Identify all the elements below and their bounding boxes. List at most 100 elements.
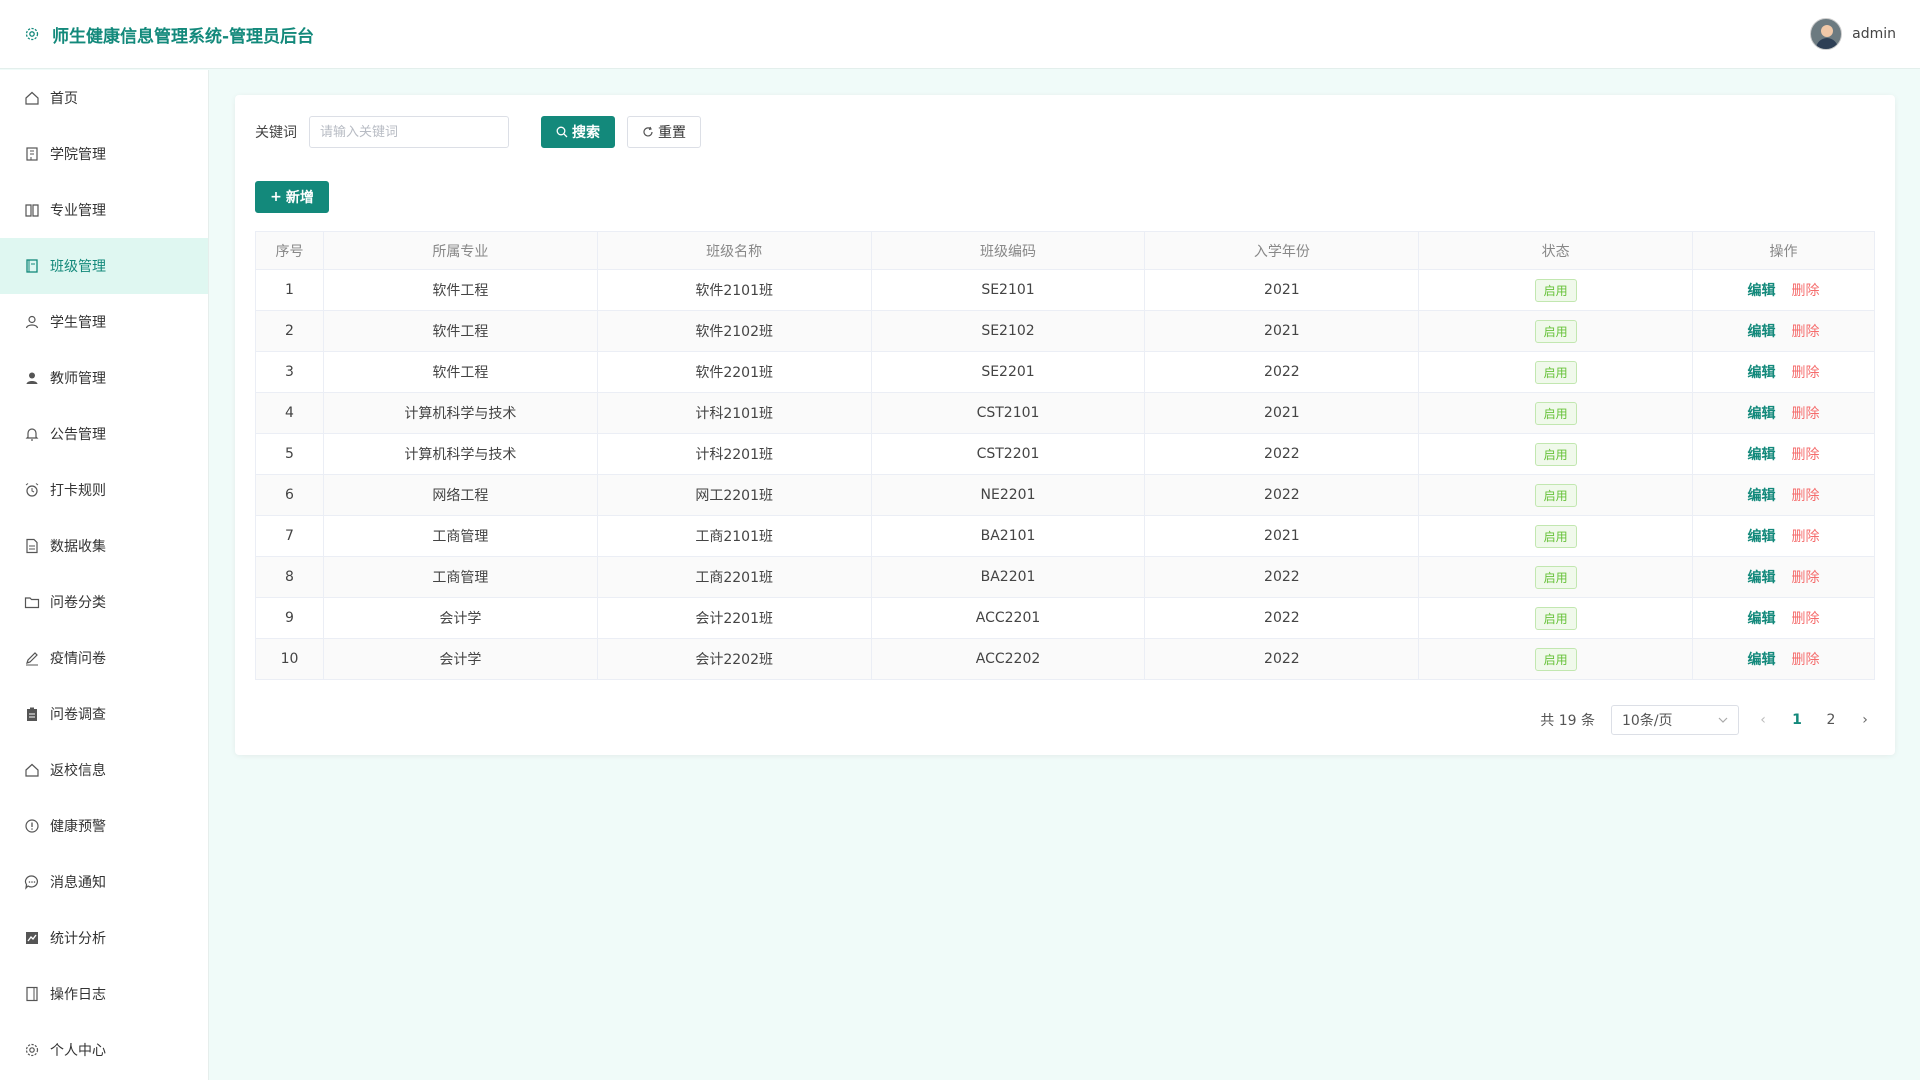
prev-page-button[interactable]: ‹ — [1753, 712, 1773, 728]
col-header-year[interactable]: 入学年份 — [1144, 231, 1420, 270]
edit-button[interactable]: 编辑 — [1748, 324, 1776, 340]
cell-status: 启用 — [1418, 433, 1694, 475]
sidebar-item-3[interactable]: 班级管理 — [0, 238, 208, 294]
edit-button[interactable]: 编辑 — [1748, 652, 1776, 668]
warning-icon — [24, 818, 40, 834]
cell-major: 软件工程 — [322, 269, 598, 311]
edit-button[interactable]: 编辑 — [1748, 283, 1776, 299]
cell-major: 软件工程 — [322, 351, 598, 393]
sidebar-item-label: 学生管理 — [50, 315, 106, 331]
cell-class-name: 会计2202班 — [596, 638, 872, 680]
cell-year: 2022 — [1144, 474, 1420, 516]
sidebar-item-5[interactable]: 教师管理 — [0, 350, 208, 406]
cell-actions: 编辑 删除 — [1692, 392, 1875, 434]
cell-major: 会计学 — [322, 638, 598, 680]
cell-class-name: 工商2201班 — [596, 556, 872, 598]
sidebar-item-15[interactable]: 统计分析 — [0, 910, 208, 966]
col-header-major[interactable]: 所属专业 — [322, 231, 598, 270]
sidebar-item-6[interactable]: 公告管理 — [0, 406, 208, 462]
cell-no: 6 — [255, 474, 324, 516]
sidebar-item-label: 问卷调查 — [50, 707, 106, 723]
sidebar-item-14[interactable]: 消息通知 — [0, 854, 208, 910]
sidebar-item-label: 专业管理 — [50, 203, 106, 219]
sidebar-item-4[interactable]: 学生管理 — [0, 294, 208, 350]
col-header-class-name[interactable]: 班级名称 — [596, 231, 872, 270]
delete-button[interactable]: 删除 — [1792, 283, 1820, 299]
home-return-icon — [24, 762, 40, 778]
username[interactable]: admin — [1852, 26, 1896, 42]
cell-no: 9 — [255, 597, 324, 639]
table-row: 7 工商管理 工商2101班 BA2101 2021 启用 编辑 删除 — [255, 515, 1875, 557]
delete-button[interactable]: 删除 — [1792, 652, 1820, 668]
table-row: 3 软件工程 软件2201班 SE2201 2022 启用 编辑 删除 — [255, 351, 1875, 393]
cell-major: 工商管理 — [322, 556, 598, 598]
edit-button[interactable]: 编辑 — [1748, 406, 1776, 422]
edit-button[interactable]: 编辑 — [1748, 488, 1776, 504]
cell-no: 2 — [255, 310, 324, 352]
cell-actions: 编辑 删除 — [1692, 474, 1875, 516]
sidebar-item-2[interactable]: 专业管理 — [0, 182, 208, 238]
status-badge: 启用 — [1534, 401, 1577, 425]
edit-button[interactable]: 编辑 — [1748, 611, 1776, 627]
sidebar-item-0[interactable]: 首页 — [0, 70, 208, 126]
sidebar-item-12[interactable]: 返校信息 — [0, 742, 208, 798]
col-header-no[interactable]: 序号 — [255, 231, 324, 270]
sidebar-item-13[interactable]: 健康预警 — [0, 798, 208, 854]
delete-button[interactable]: 删除 — [1792, 488, 1820, 504]
delete-button[interactable]: 删除 — [1792, 570, 1820, 586]
sidebar-item-10[interactable]: 疫情问卷 — [0, 630, 208, 686]
next-page-button[interactable]: › — [1855, 712, 1875, 728]
delete-button[interactable]: 删除 — [1792, 365, 1820, 381]
page-size-select[interactable]: 10条/页 — [1611, 705, 1739, 735]
user-filled-icon — [24, 370, 40, 386]
cell-actions: 编辑 删除 — [1692, 638, 1875, 680]
sidebar-item-9[interactable]: 问卷分类 — [0, 574, 208, 630]
status-badge: 启用 — [1534, 442, 1577, 466]
sidebar-item-label: 数据收集 — [50, 539, 106, 555]
page-2-button[interactable]: 2 — [1821, 712, 1841, 728]
col-header-status[interactable]: 状态 — [1418, 231, 1694, 270]
reset-button[interactable]: 重置 — [627, 116, 701, 148]
class-table: 序号 所属专业 班级名称 班级编码 入学年份 状态 操作 1 软件工程 软件2101… — [255, 231, 1875, 680]
sidebar-item-11[interactable]: 问卷调查 — [0, 686, 208, 742]
delete-button[interactable]: 删除 — [1792, 324, 1820, 340]
delete-button[interactable]: 删除 — [1792, 611, 1820, 627]
home-icon — [24, 90, 40, 106]
sidebar: 首页学院管理专业管理班级管理学生管理教师管理公告管理打卡规则数据收集问卷分类 疫情… — [0, 70, 209, 1080]
edit-button[interactable]: 编辑 — [1748, 529, 1776, 545]
cell-no: 4 — [255, 392, 324, 434]
edit-button[interactable]: 编辑 — [1748, 447, 1776, 463]
sidebar-item-7[interactable]: 打卡规则 — [0, 462, 208, 518]
sidebar-item-8[interactable]: 数据收集 — [0, 518, 208, 574]
sidebar-item-16[interactable]: 操作日志 — [0, 966, 208, 1022]
add-button[interactable]: + 新增 — [255, 181, 329, 213]
cell-status: 启用 — [1418, 310, 1694, 352]
user-menu[interactable]: admin — [1810, 18, 1896, 50]
edit-button[interactable]: 编辑 — [1748, 570, 1776, 586]
cell-actions: 编辑 删除 — [1692, 597, 1875, 639]
cell-major: 网络工程 — [322, 474, 598, 516]
delete-button[interactable]: 删除 — [1792, 447, 1820, 463]
sidebar-item-label: 首页 — [50, 91, 78, 107]
sidebar-item-17[interactable]: 个人中心 — [0, 1022, 208, 1078]
avatar[interactable] — [1810, 18, 1843, 50]
keyword-input[interactable] — [309, 116, 509, 148]
col-header-actions[interactable]: 操作 — [1692, 231, 1875, 270]
delete-button[interactable]: 删除 — [1792, 406, 1820, 422]
table-row: 2 软件工程 软件2102班 SE2102 2021 启用 编辑 删除 — [255, 310, 1875, 352]
add-button-label: 新增 — [285, 190, 314, 206]
cell-year: 2022 — [1144, 597, 1420, 639]
delete-button[interactable]: 删除 — [1792, 529, 1820, 545]
edit-button[interactable]: 编辑 — [1748, 365, 1776, 381]
search-icon — [556, 126, 568, 138]
cell-status: 启用 — [1418, 597, 1694, 639]
sidebar-item-label: 公告管理 — [50, 427, 106, 443]
bell-icon — [24, 426, 40, 442]
sidebar-item-1[interactable]: 学院管理 — [0, 126, 208, 182]
page-1-button[interactable]: 1 — [1787, 712, 1807, 728]
cell-no: 10 — [255, 638, 324, 680]
col-header-code[interactable]: 班级编码 — [870, 231, 1146, 270]
reset-button-label: 重置 — [658, 125, 686, 141]
cell-major: 计算机科学与技术 — [322, 433, 598, 475]
search-button[interactable]: 搜索 — [541, 116, 615, 148]
